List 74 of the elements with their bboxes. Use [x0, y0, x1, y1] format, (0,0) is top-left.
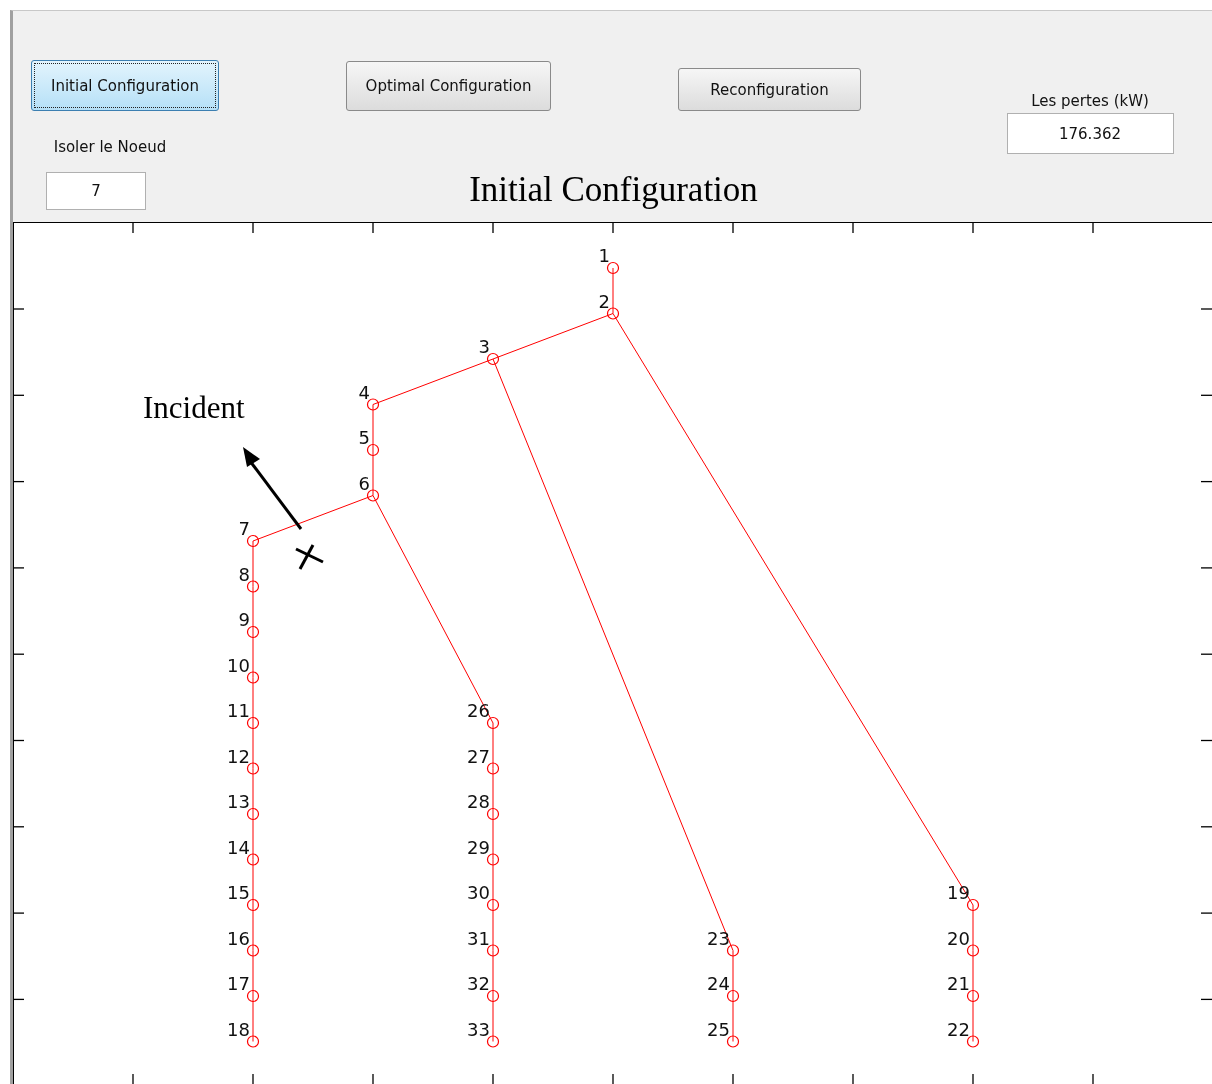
node-marker — [486, 762, 500, 775]
losses-label: Les pertes (kW) — [1031, 92, 1149, 110]
node-label: 17 — [227, 973, 250, 994]
node-label: 29 — [467, 836, 490, 858]
node-label: 12 — [227, 745, 250, 767]
node-label: 9 — [238, 609, 250, 630]
node-label: 24 — [707, 973, 730, 994]
node-marker — [966, 989, 980, 1003]
node-marker — [486, 352, 500, 366]
losses-field[interactable]: 176.362 — [1006, 113, 1174, 154]
node-marker — [486, 1035, 500, 1048]
fault-cross-icon — [295, 544, 324, 570]
node-label: 11 — [227, 700, 250, 721]
node-marker — [246, 807, 260, 821]
node-marker — [246, 898, 260, 912]
node-label: 1 — [598, 245, 610, 266]
configuration-button[interactable]: Optimal Configuration — [346, 61, 551, 111]
node-marker — [606, 261, 620, 275]
node-marker — [246, 944, 260, 957]
node-marker — [246, 580, 260, 593]
node-label: 8 — [238, 563, 250, 585]
node-label: 15 — [227, 882, 250, 903]
node-label: 7 — [238, 518, 250, 539]
node-label: 13 — [227, 791, 250, 812]
node-label: 27 — [467, 745, 490, 767]
incident-label: Incident — [143, 390, 245, 425]
node-marker — [726, 989, 740, 1003]
node-marker — [486, 898, 500, 912]
configuration-button[interactable]: Initial Configuration — [31, 60, 219, 111]
node-marker — [486, 853, 500, 866]
node-label: 33 — [467, 1018, 490, 1040]
node-marker — [246, 989, 260, 1003]
node-label: 20 — [947, 927, 970, 949]
node-label: 22 — [947, 1018, 970, 1040]
node-label: 3 — [478, 336, 490, 357]
node-label: 5 — [358, 427, 370, 448]
node-label: 23 — [707, 927, 730, 949]
plot-title: Initial Configuration — [469, 170, 758, 210]
node-marker — [366, 398, 380, 411]
node-marker — [966, 944, 980, 957]
node-marker — [246, 534, 260, 548]
node-label: 30 — [467, 882, 490, 903]
node-label: 16 — [227, 927, 250, 949]
node-marker — [486, 716, 500, 730]
node-input-field[interactable]: 7 — [46, 172, 146, 210]
node-marker — [366, 443, 380, 457]
node-label: 28 — [467, 791, 490, 812]
node-marker — [486, 807, 500, 821]
node-label: 25 — [707, 1018, 730, 1040]
node-marker — [606, 307, 620, 320]
node-marker — [966, 1035, 980, 1048]
node-label: 14 — [227, 836, 250, 858]
node-label: 4 — [358, 381, 370, 403]
node-label: 10 — [227, 654, 250, 676]
node-marker — [486, 989, 500, 1003]
isolate-node-label: Isoler le Noeud — [53, 138, 167, 156]
node-label: 6 — [358, 472, 370, 494]
node-label: 2 — [598, 290, 610, 312]
node-marker — [246, 625, 260, 639]
node-marker — [246, 1035, 260, 1048]
node-marker — [246, 853, 260, 866]
node-marker — [246, 671, 260, 684]
node-marker — [246, 716, 260, 730]
node-marker — [246, 762, 260, 775]
node-marker — [726, 944, 740, 957]
node-label: 31 — [467, 927, 490, 949]
node-marker — [966, 898, 980, 912]
node-marker — [366, 489, 380, 502]
node-label: 18 — [227, 1018, 250, 1040]
node-label: 21 — [947, 973, 970, 994]
node-marker — [486, 944, 500, 957]
configuration-button[interactable]: Reconfiguration — [678, 68, 861, 111]
node-marker — [726, 1035, 740, 1048]
node-label: 32 — [467, 973, 490, 994]
